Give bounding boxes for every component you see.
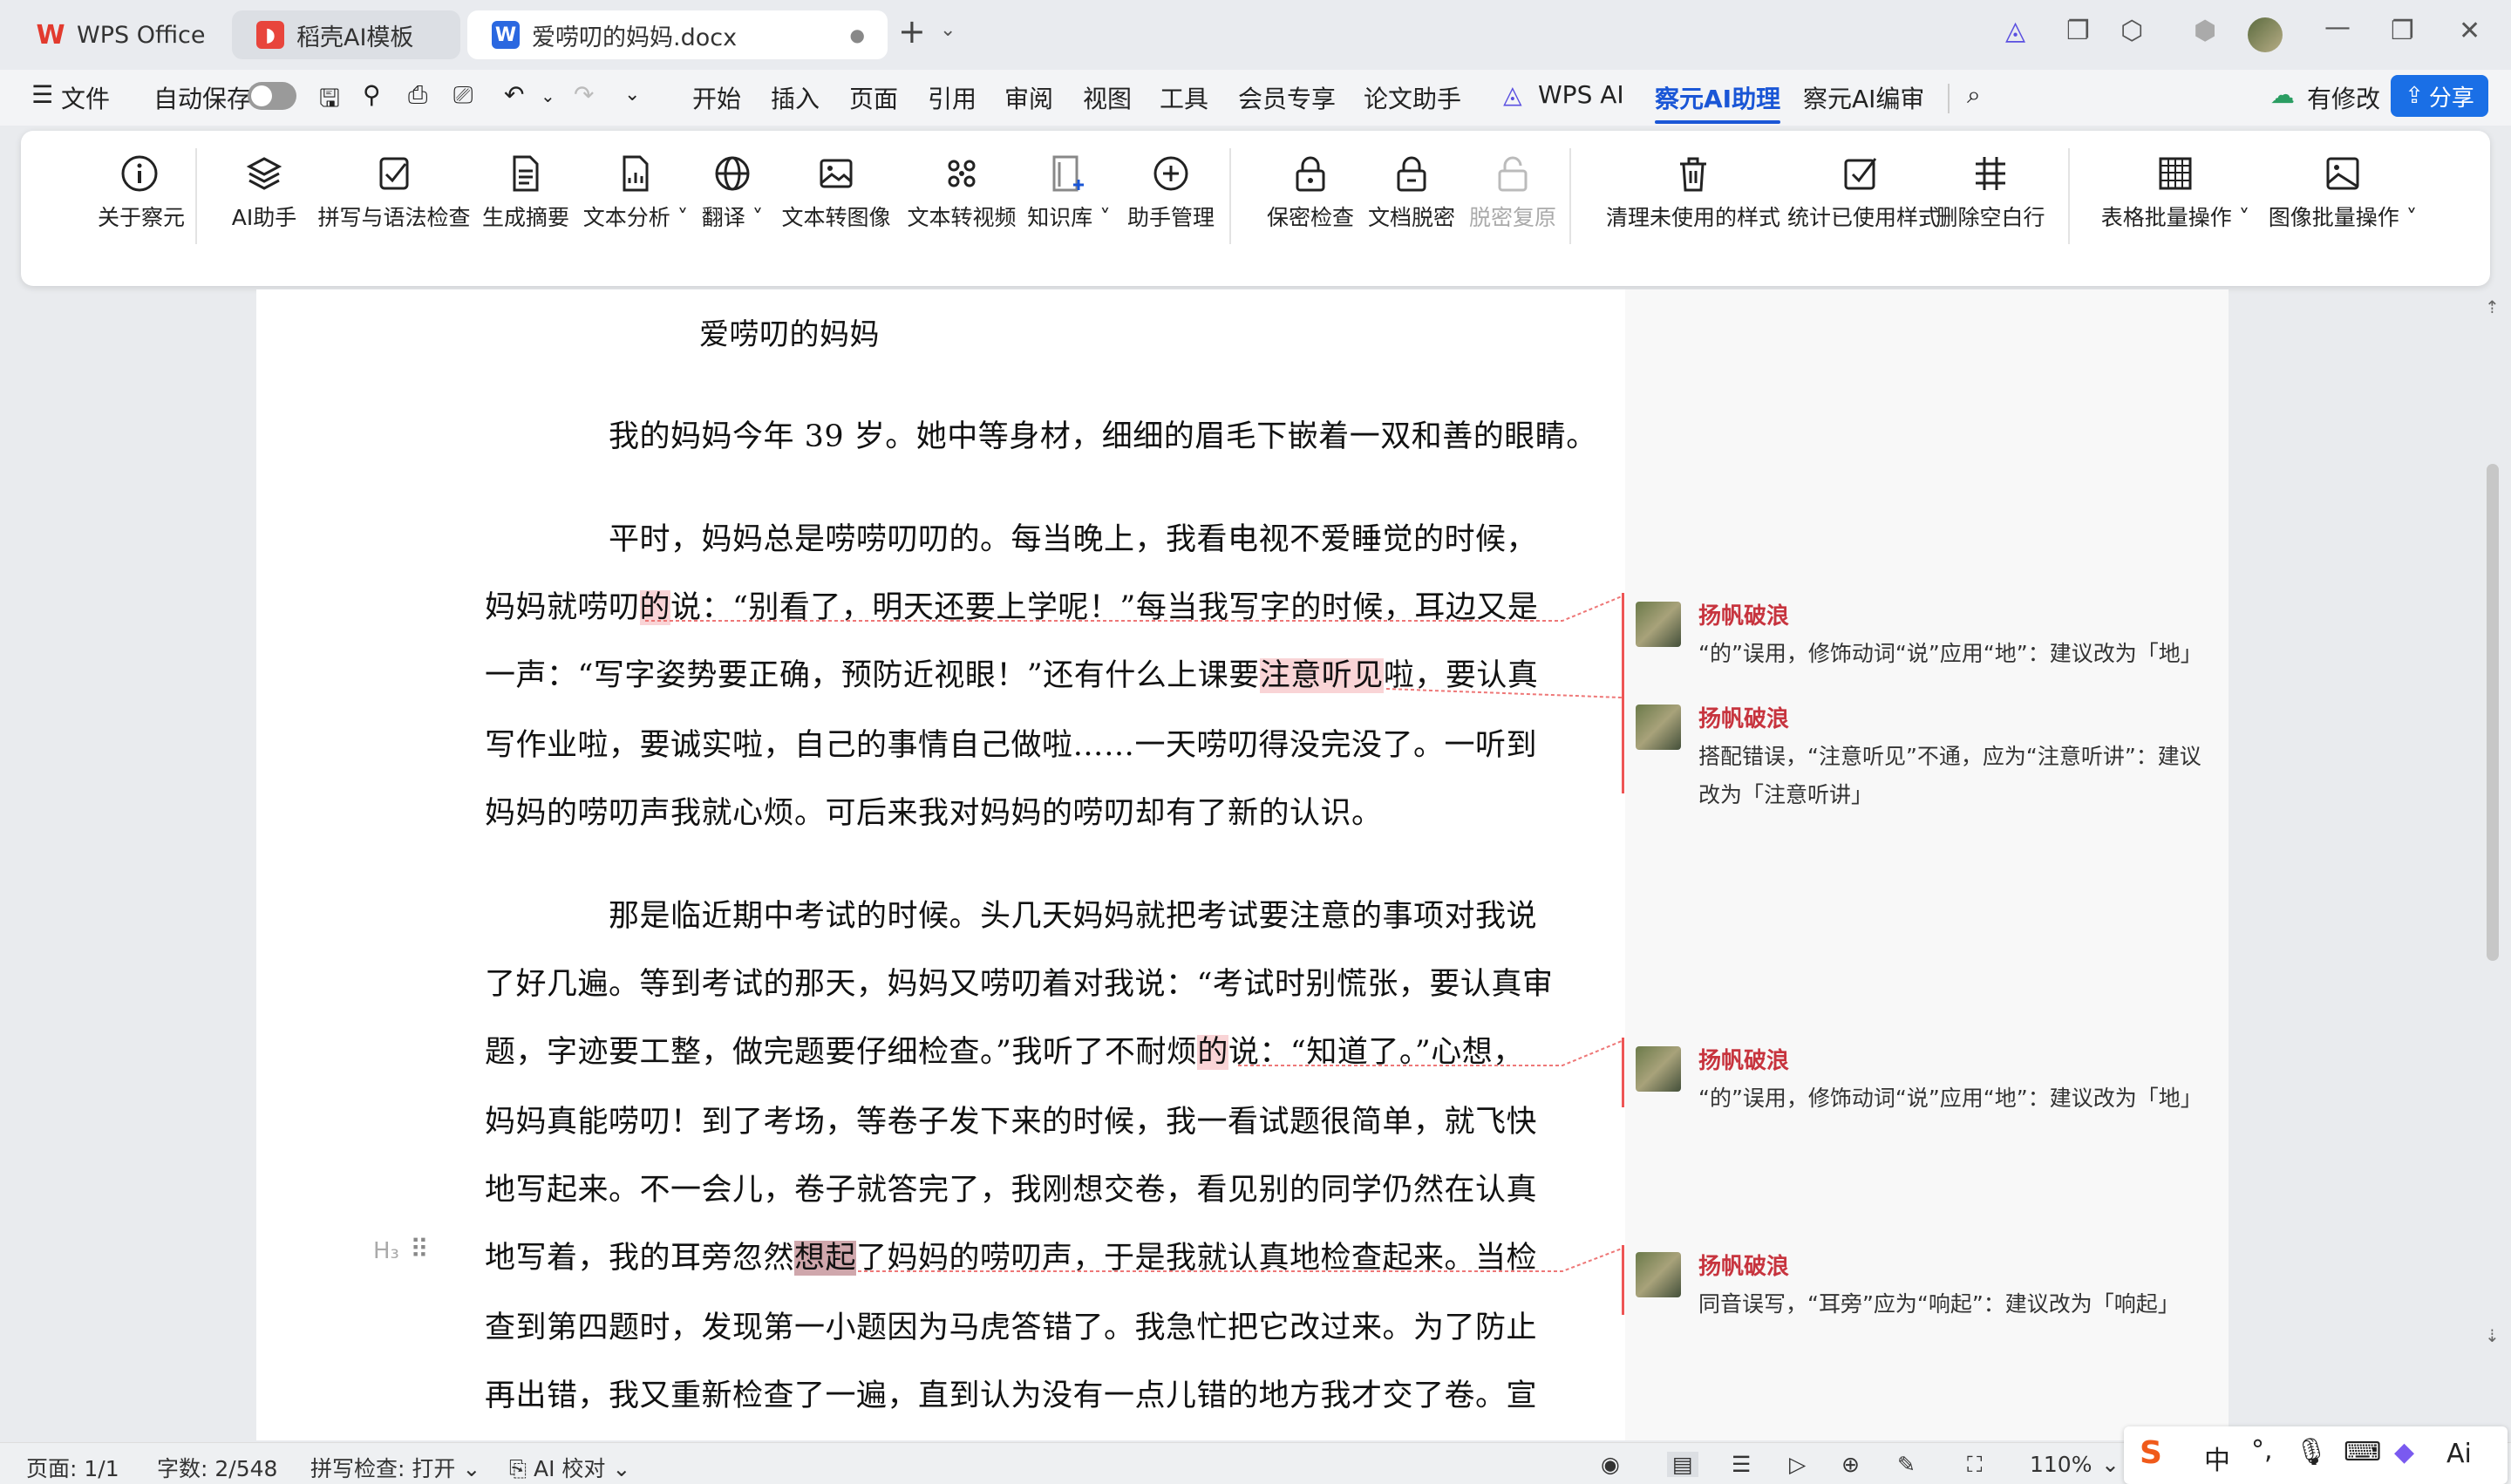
zoom-dropdown-icon[interactable]: ⌄ [2101, 1452, 2120, 1477]
ime-ai[interactable]: Ai [2446, 1439, 2472, 1469]
ime-language[interactable]: 中 [2204, 1439, 2230, 1477]
avatar [1636, 1046, 1681, 1092]
spell-check-status[interactable]: 拼写检查: 打开 ⌄ [310, 1452, 480, 1483]
avatar [1636, 1252, 1681, 1297]
skin-icon[interactable]: ◆ [2394, 1437, 2414, 1467]
play-icon[interactable]: ▷ [1789, 1452, 1806, 1477]
avatar [1636, 705, 1681, 750]
comment-text: “的”误用，修饰动词“说”应用“地”：建议改为「地」 [1698, 1086, 2202, 1111]
comment-text: 搭配错误，“注意听见”不通，应为“注意听讲”：建议改为「注意听讲」 [1698, 744, 2201, 807]
eye-icon[interactable]: ◉ [1601, 1452, 1620, 1477]
comment-author: 扬帆破浪 [1698, 706, 1790, 732]
comment-author: 扬帆破浪 [1698, 603, 1790, 630]
zoom-level[interactable]: 110% [2030, 1452, 2092, 1477]
keyboard-icon[interactable]: ⌨ [2344, 1437, 2381, 1467]
fit-page-icon[interactable]: ⛶ [1967, 1452, 1983, 1478]
avatar [1636, 602, 1681, 647]
comment-text: 同音误写，“耳旁”应为“响起”：建议改为「响起」 [1698, 1291, 2180, 1317]
comment-author: 扬帆破浪 [1698, 1254, 1790, 1280]
ai-check-status[interactable]: ⎘ AI 校对 ⌄ [509, 1452, 630, 1483]
microphone-icon[interactable]: 🎙 [2295, 1437, 2328, 1467]
comment-author: 扬帆破浪 [1698, 1048, 1790, 1074]
punctuation-icon[interactable]: °, [2251, 1435, 2273, 1466]
page-view-icon[interactable]: ▤ [1667, 1452, 1698, 1477]
ime-toolbar: S 中 °, 🎙 ⌨ ◆ Ai [2124, 1426, 2508, 1484]
web-view-icon[interactable]: ⊕ [1841, 1452, 1860, 1477]
comment-marker-bar [1622, 593, 1624, 793]
pen-icon[interactable]: ✎ [1897, 1452, 1916, 1477]
outline-view-icon[interactable]: ☰ [1732, 1452, 1751, 1477]
scroll-up-icon[interactable]: ⇡ [2485, 296, 2500, 317]
comment-text: “的”误用，修饰动词“说”应用“地”：建议改为「地」 [1698, 641, 2202, 666]
word-count[interactable]: 字数: 2/548 [157, 1452, 277, 1483]
page-indicator[interactable]: 页面: 1/1 [26, 1452, 119, 1483]
sogou-logo-icon[interactable]: S [2140, 1435, 2162, 1471]
vertical-scrollbar[interactable] [2487, 464, 2499, 961]
ai-check-icon: ⎘ [509, 1456, 527, 1481]
comment-marker-bar [1622, 1038, 1624, 1107]
comment-marker-bar [1622, 1245, 1624, 1315]
scroll-down-icon[interactable]: ⇣ [2485, 1325, 2500, 1346]
